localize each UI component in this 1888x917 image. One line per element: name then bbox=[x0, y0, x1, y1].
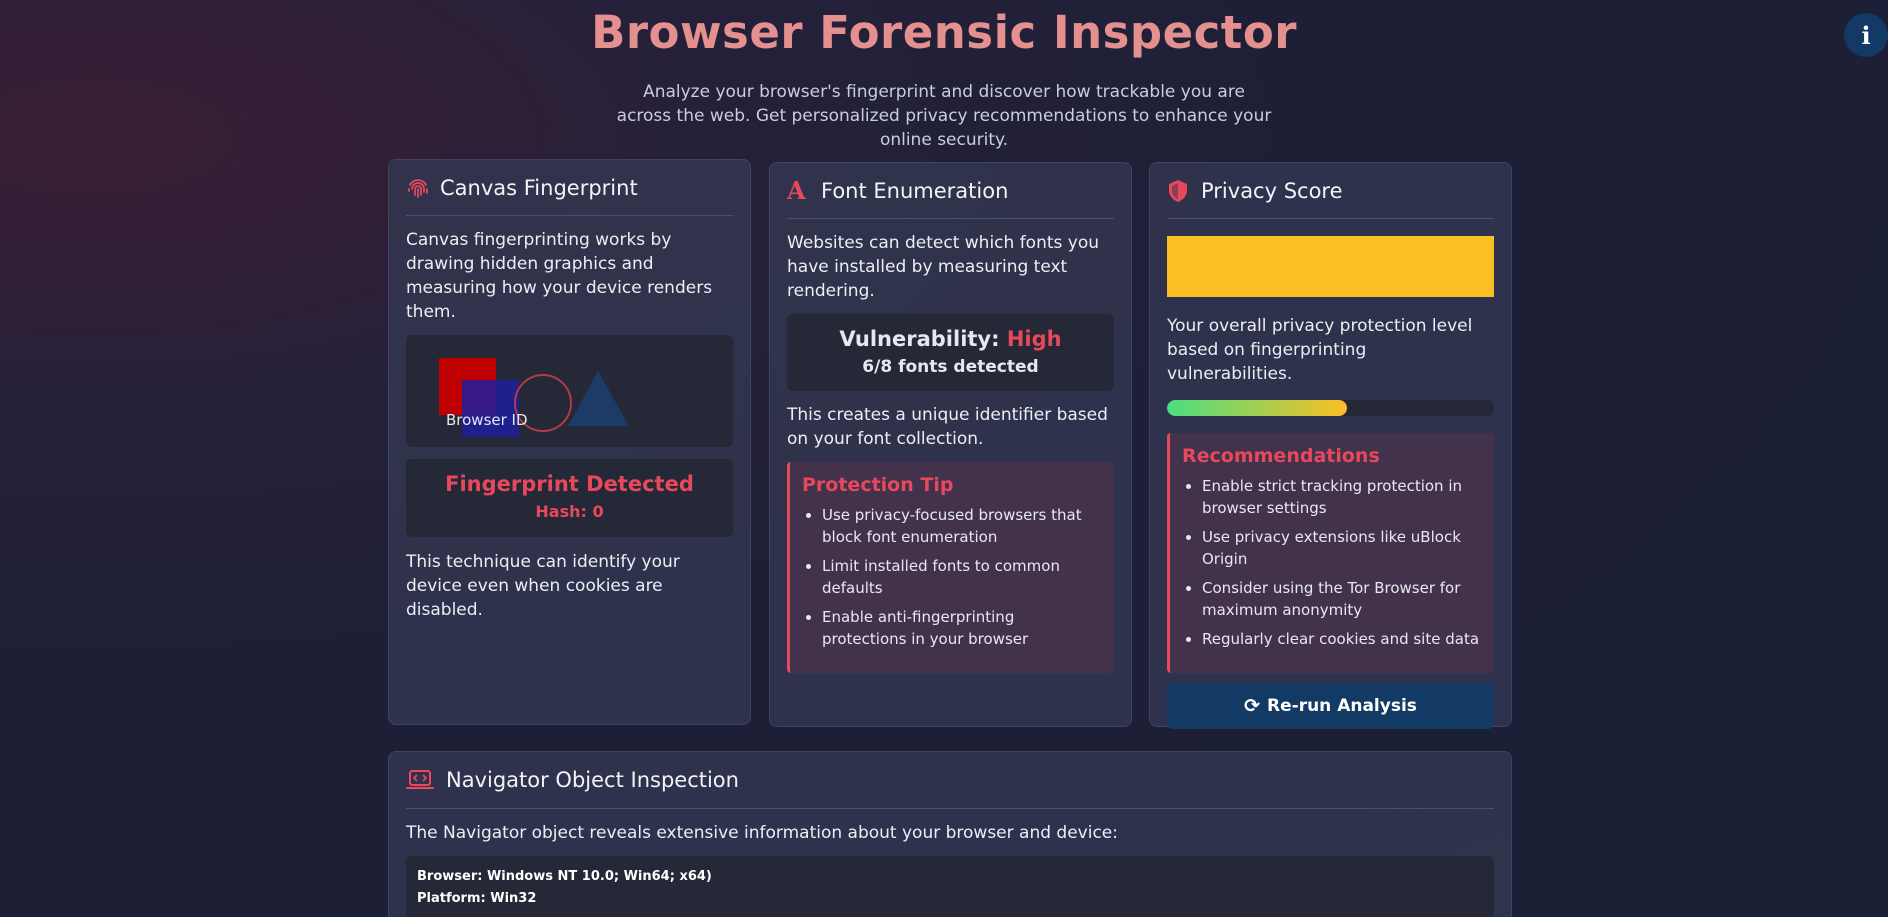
progress-fill bbox=[1167, 400, 1347, 416]
fingerprint-icon bbox=[406, 177, 440, 199]
vulnerability-label: Vulnerability: bbox=[839, 327, 1000, 351]
card-header: A Font Enumeration bbox=[787, 163, 1114, 219]
recommendations-list: Enable strict tracking protection in bro… bbox=[1182, 475, 1480, 650]
font-enumeration-card: A Font Enumeration Websites can detect w… bbox=[769, 162, 1132, 727]
privacy-score-card: Privacy Score Your overall privacy prote… bbox=[1149, 162, 1512, 729]
navigator-inspection-card: Navigator Object Inspection The Navigato… bbox=[388, 751, 1512, 917]
card-title: Font Enumeration bbox=[821, 178, 1009, 203]
tip-list: Use privacy-focused browsers that block … bbox=[802, 504, 1100, 650]
navigator-output: Browser: Windows NT 10.0; Win64; x64) Pl… bbox=[406, 856, 1494, 917]
font-icon: A bbox=[787, 176, 806, 205]
hero: Browser Forensic Inspector Analyze your … bbox=[0, 0, 1888, 152]
hash-value: Hash: 0 bbox=[535, 502, 604, 521]
score-description: Your overall privacy protection level ba… bbox=[1167, 316, 1473, 384]
vulnerability-panel: Vulnerability: High 6/8 fonts detected bbox=[787, 314, 1114, 391]
list-item: Enable strict tracking protection in bro… bbox=[1202, 475, 1480, 519]
page: Browser Forensic Inspector Analyze your … bbox=[0, 0, 1888, 917]
fonts-detected: 6/8 fonts detected bbox=[862, 357, 1039, 377]
card-header: Canvas Fingerprint bbox=[406, 160, 733, 216]
progress-track bbox=[1167, 400, 1494, 416]
card-title: Navigator Object Inspection bbox=[446, 768, 739, 792]
card-title: Privacy Score bbox=[1201, 178, 1343, 203]
list-item: Consider using the Tor Browser for maxim… bbox=[1202, 577, 1480, 621]
info-icon: i bbox=[1861, 20, 1871, 50]
recommendations-title: Recommendations bbox=[1182, 445, 1380, 467]
protection-tip: Protection Tip Use privacy-focused brows… bbox=[787, 462, 1114, 673]
status-title: Fingerprint Detected bbox=[445, 472, 694, 496]
list-item: Regularly clear cookies and site data bbox=[1202, 628, 1480, 650]
canvas-fingerprint-card: Canvas Fingerprint Canvas fingerprinting… bbox=[388, 159, 751, 725]
card-description: Websites can detect which fonts you have… bbox=[787, 233, 1100, 301]
rerun-label: Re-run Analysis bbox=[1267, 696, 1417, 716]
canvas-drawing bbox=[439, 358, 629, 437]
page-subtitle: Analyze your browser's fingerprint and d… bbox=[616, 82, 1272, 150]
info-button[interactable]: i bbox=[1844, 13, 1888, 57]
vulnerability-level: High bbox=[1006, 327, 1062, 351]
canvas-preview: Browser ID bbox=[406, 335, 733, 447]
card-description: Canvas fingerprinting works by drawing h… bbox=[406, 230, 713, 322]
vulnerability-line: Vulnerability: High bbox=[787, 327, 1114, 351]
list-item: Use privacy-focused browsers that block … bbox=[822, 504, 1100, 548]
card-header: Navigator Object Inspection bbox=[406, 752, 1494, 809]
canvas-text: Browser ID bbox=[446, 411, 528, 429]
recommendations-panel: Recommendations Enable strict tracking p… bbox=[1167, 433, 1494, 673]
navigator-row: Platform: Win32 bbox=[417, 891, 537, 906]
page-title: Browser Forensic Inspector bbox=[591, 6, 1297, 59]
score-bar bbox=[1167, 236, 1494, 297]
list-item: Limit installed fonts to common defaults bbox=[822, 555, 1100, 599]
refresh-icon: ⟳ bbox=[1244, 695, 1261, 717]
fingerprint-status: Fingerprint Detected Hash: 0 bbox=[406, 459, 733, 537]
card-footer-text: This technique can identify your device … bbox=[406, 552, 680, 620]
tip-title: Protection Tip bbox=[802, 474, 954, 496]
font-note: This creates a unique identifier based o… bbox=[787, 405, 1108, 449]
shield-icon bbox=[1167, 179, 1201, 203]
navigator-row: Browser: Windows NT 10.0; Win64; x64) bbox=[417, 869, 712, 884]
code-laptop-icon bbox=[406, 769, 446, 791]
list-item: Use privacy extensions like uBlock Origi… bbox=[1202, 526, 1480, 570]
list-item: Enable anti-fingerprinting protections i… bbox=[822, 606, 1100, 650]
card-header: Privacy Score bbox=[1167, 163, 1494, 219]
rerun-analysis-button[interactable]: ⟳ Re-run Analysis bbox=[1167, 683, 1494, 729]
card-description: The Navigator object reveals extensive i… bbox=[406, 823, 1118, 843]
card-title: Canvas Fingerprint bbox=[440, 175, 638, 200]
